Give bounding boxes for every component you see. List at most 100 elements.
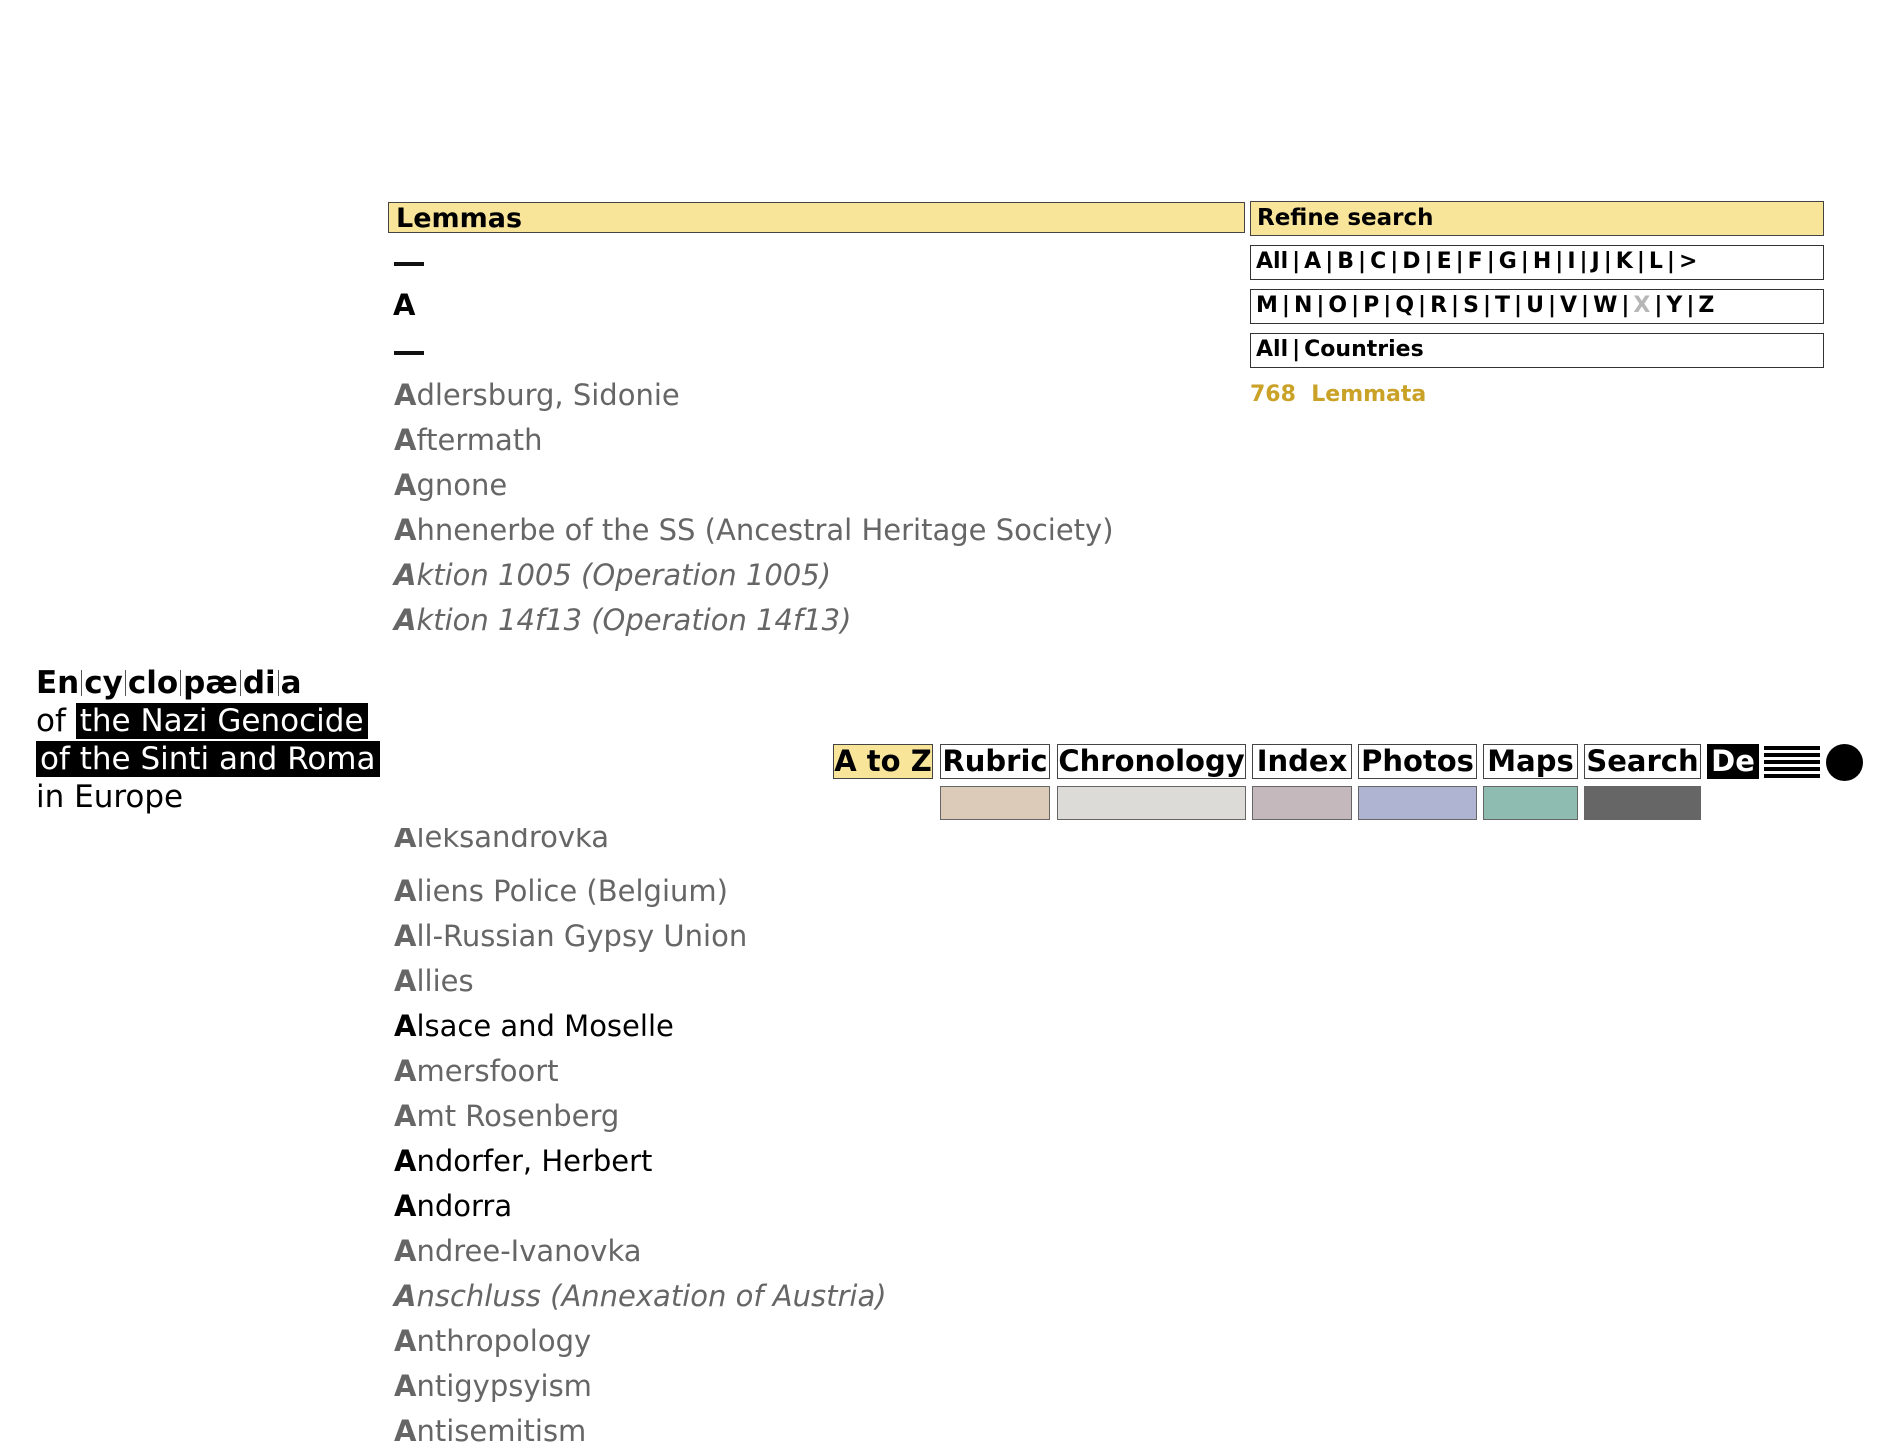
separator: | [1603, 249, 1612, 274]
logo-divider [277, 670, 279, 696]
filter-f[interactable]: F [1468, 249, 1483, 274]
lemma-entry[interactable]: Antigypsyism [394, 1366, 592, 1406]
filter-p[interactable]: P [1363, 293, 1379, 318]
language-toggle[interactable]: De [1707, 744, 1759, 779]
lemma-title: ndorra [416, 1189, 513, 1223]
lemma-entry[interactable]: Andree-Ivanovka [394, 1231, 642, 1271]
lemma-entry[interactable]: Ahnenerbe of the SS (Ancestral Heritage … [394, 510, 1114, 550]
filter-q[interactable]: Q [1395, 293, 1414, 318]
filter-n[interactable]: N [1294, 293, 1312, 318]
filter-t[interactable]: T [1495, 293, 1510, 318]
filter-all[interactable]: All [1256, 249, 1288, 274]
logo-title-part: En [36, 665, 80, 701]
separator: | [1666, 249, 1675, 274]
separator: | [1621, 293, 1630, 318]
logo-divider [239, 670, 241, 696]
lemma-title: gnone [416, 468, 508, 502]
lemma-initial: A [394, 423, 417, 457]
filter-r[interactable]: R [1430, 293, 1447, 318]
filter-v[interactable]: V [1560, 293, 1577, 318]
separator: | [1555, 249, 1564, 274]
lemma-entry[interactable]: Alsace and Moselle [394, 1006, 674, 1046]
photos-color-swatch [1358, 786, 1477, 820]
lemma-entry[interactable]: Aliens Police (Belgium) [394, 871, 728, 911]
nav-photos[interactable]: Photos [1358, 744, 1477, 779]
lemma-initial: A [394, 1234, 417, 1268]
lemma-entry[interactable]: Anthropology [394, 1321, 591, 1361]
filter-countries[interactable]: Countries [1304, 337, 1424, 362]
lemma-title: dlersburg, Sidonie [416, 378, 680, 412]
lemma-title: ntisemitism [416, 1414, 587, 1448]
filter-all[interactable]: All [1256, 337, 1288, 362]
lemma-initial: A [394, 1369, 417, 1403]
separator: | [1581, 293, 1590, 318]
lemma-title: ftermath [416, 423, 543, 457]
menu-icon[interactable] [1764, 746, 1820, 780]
separator: | [1579, 249, 1588, 274]
nav-a-to-z[interactable]: A to Z [833, 744, 933, 779]
nav-chronology[interactable]: Chronology [1057, 744, 1246, 779]
lemma-count-label: Lemmata [1311, 382, 1427, 407]
lemma-title: hnenerbe of the SS (Ancestral Heritage S… [416, 513, 1114, 547]
lemma-entry[interactable]: Adlersburg, Sidonie [394, 375, 680, 415]
logo-title-part: di [242, 665, 276, 701]
nav-maps[interactable]: Maps [1483, 744, 1578, 779]
countries-row: All | Countries [1250, 333, 1824, 368]
separator: | [1424, 249, 1433, 274]
lemma-title: mersfoort [416, 1054, 559, 1088]
filter-u[interactable]: U [1526, 293, 1544, 318]
filter-a[interactable]: A [1304, 249, 1321, 274]
filter-l[interactable]: L [1649, 249, 1663, 274]
lemma-entry[interactable]: Antisemitism [394, 1411, 586, 1451]
lemma-entry-partial[interactable]: Aleksandrovka [394, 828, 609, 860]
separator: | [1292, 249, 1301, 274]
filter-e[interactable]: E [1437, 249, 1452, 274]
separator: | [1654, 293, 1663, 318]
nav-index[interactable]: Index [1252, 744, 1352, 779]
lemma-entry[interactable]: Anschluss (Annexation of Austria) [394, 1276, 887, 1316]
nav-search[interactable]: Search [1584, 744, 1701, 779]
lemma-entry[interactable]: Amersfoort [394, 1051, 559, 1091]
nav-rubric[interactable]: Rubric [940, 744, 1050, 779]
site-logo[interactable]: En cy clo pæ di a of the Nazi Genocide of the… [36, 664, 380, 816]
separator: | [1281, 293, 1290, 318]
filter-m[interactable]: M [1256, 293, 1278, 318]
separator: | [1520, 249, 1529, 274]
lemma-entry[interactable]: Andorfer, Herbert [394, 1141, 652, 1181]
lemma-entry[interactable]: Aktion 14f13 (Operation 14f13) [394, 600, 851, 640]
circle-icon[interactable] [1826, 744, 1863, 781]
filter-k[interactable]: K [1616, 249, 1633, 274]
logo-line-3: of the Sinti and Roma [36, 741, 380, 777]
filter-c[interactable]: C [1370, 249, 1386, 274]
filter-o[interactable]: O [1328, 293, 1347, 318]
filter-y[interactable]: Y [1666, 293, 1682, 318]
lemma-entry[interactable]: Agnone [394, 465, 507, 505]
lemma-entry[interactable]: Aftermath [394, 420, 543, 460]
lemma-entry[interactable]: All-Russian Gypsy Union [394, 916, 747, 956]
filter-next[interactable]: > [1679, 249, 1697, 274]
lemma-title: liens Police (Belgium) [416, 874, 728, 908]
filter-i[interactable]: I [1567, 249, 1575, 274]
filter-d[interactable]: D [1402, 249, 1420, 274]
lemma-entry[interactable]: Aktion 1005 (Operation 1005) [394, 555, 831, 595]
lemma-initial: A [394, 1414, 417, 1448]
lemma-title: ktion 14f13 (Operation 14f13) [416, 603, 852, 637]
lemma-entry[interactable]: Amt Rosenberg [394, 1096, 619, 1136]
separator: | [1455, 249, 1464, 274]
filter-z[interactable]: Z [1698, 293, 1714, 318]
logo-divider [81, 670, 83, 696]
letter-heading: A [393, 288, 416, 322]
lemma-initial: A [394, 468, 417, 502]
rubric-color-swatch [940, 786, 1050, 820]
filter-b[interactable]: B [1337, 249, 1354, 274]
filter-g[interactable]: G [1499, 249, 1517, 274]
lemma-initial: A [394, 964, 417, 998]
filter-s[interactable]: S [1463, 293, 1479, 318]
filter-j[interactable]: J [1592, 249, 1600, 274]
lemma-entry[interactable]: Andorra [394, 1186, 512, 1226]
separator: | [1325, 249, 1334, 274]
logo-divider [180, 670, 182, 696]
filter-h[interactable]: H [1533, 249, 1551, 274]
lemma-entry[interactable]: Allies [394, 961, 474, 1001]
filter-w[interactable]: W [1593, 293, 1617, 318]
